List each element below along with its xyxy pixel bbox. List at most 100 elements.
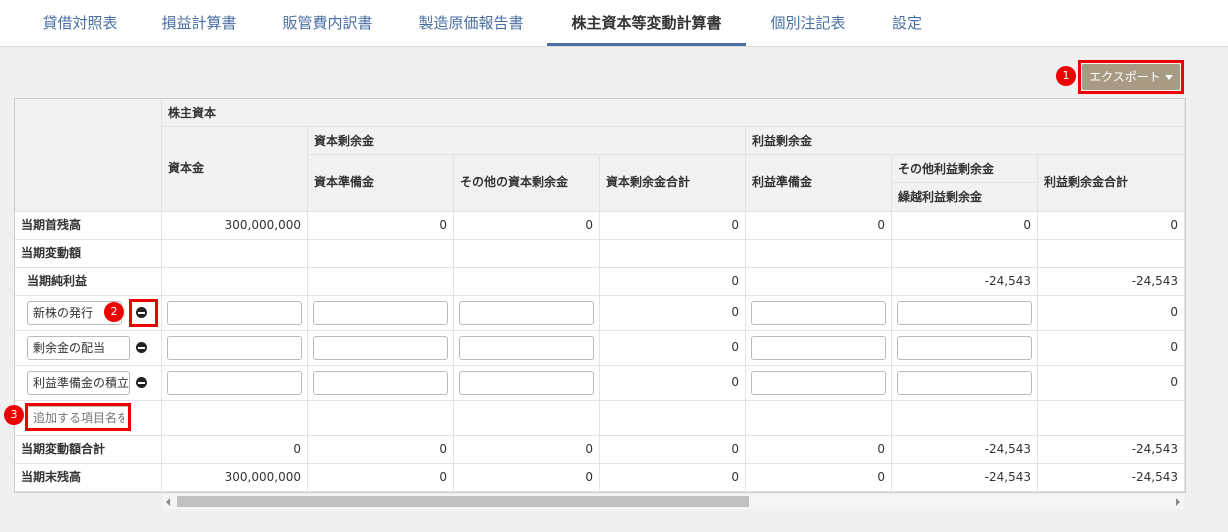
- table-cell: 0: [600, 268, 746, 296]
- table-cell: [892, 401, 1038, 436]
- amount-input[interactable]: [897, 371, 1032, 395]
- table-cell: [600, 401, 746, 436]
- row-label-cell: [15, 401, 162, 436]
- table-cell: 0: [454, 464, 600, 492]
- table-cell: -24,543: [1038, 464, 1185, 492]
- table-cell: [454, 268, 600, 296]
- amount-input[interactable]: [313, 301, 448, 325]
- table-cell: 300,000,000: [162, 464, 308, 492]
- table-cell: 0: [162, 436, 308, 464]
- table-cell: [162, 366, 308, 401]
- table-cell: [600, 240, 746, 268]
- table-cell: 0: [454, 212, 600, 240]
- table-cell: 300,000,000: [162, 212, 308, 240]
- export-button[interactable]: エクスポート: [1082, 64, 1180, 90]
- table-cell: [892, 366, 1038, 401]
- table-cell: 0: [454, 436, 600, 464]
- table-cell: -24,543: [892, 268, 1038, 296]
- tab-notes[interactable]: 個別注記表: [767, 0, 849, 46]
- table-cell: 0: [892, 212, 1038, 240]
- amount-input[interactable]: [167, 301, 302, 325]
- table-cell: [746, 296, 892, 331]
- item-name-input[interactable]: 剰余金の配当: [27, 336, 130, 360]
- header-capital-stock: 資本金: [162, 127, 308, 212]
- amount-input[interactable]: [751, 301, 886, 325]
- table-cell: [308, 268, 454, 296]
- table-cell: 0: [1038, 366, 1185, 401]
- remove-circle-icon[interactable]: [136, 307, 147, 318]
- table-cell: [454, 240, 600, 268]
- table-cell: 0: [308, 464, 454, 492]
- row-label-change-total: 当期変動額合計: [15, 436, 162, 464]
- table-cell: [746, 240, 892, 268]
- table-cell: 0: [600, 212, 746, 240]
- row-label-opening: 当期首残高: [15, 212, 162, 240]
- table-cell: 0: [746, 464, 892, 492]
- header-corner: [15, 99, 162, 212]
- table-cell: [162, 240, 308, 268]
- table-cell: [746, 366, 892, 401]
- amount-input[interactable]: [897, 336, 1032, 360]
- table-cell: 0: [600, 331, 746, 366]
- add-item-input[interactable]: [27, 406, 130, 430]
- scrollbar-thumb[interactable]: [177, 496, 749, 507]
- table-cell: 0: [746, 436, 892, 464]
- table-cell: [162, 268, 308, 296]
- table-cell: -24,543: [892, 436, 1038, 464]
- amount-input[interactable]: [167, 336, 302, 360]
- table-cell: 0: [1038, 296, 1185, 331]
- table-cell: 0: [1038, 331, 1185, 366]
- caret-down-icon: [1164, 75, 1173, 80]
- table-cell: [454, 401, 600, 436]
- tab-manufacturing-cost[interactable]: 製造原価報告書: [415, 0, 527, 46]
- remove-circle-icon[interactable]: [136, 377, 147, 388]
- row-label-cell: 利益準備金の積立: [15, 366, 162, 401]
- tab-bar: 貸借対照表 損益計算書 販管費内訳書 製造原価報告書 株主資本等変動計算書 個別…: [0, 0, 1228, 47]
- table-cell: [1038, 401, 1185, 436]
- row-label-cell: 剰余金の配当: [15, 331, 162, 366]
- table-cell: [308, 240, 454, 268]
- row-label-net-income: 当期純利益: [15, 268, 162, 296]
- tab-income-statement[interactable]: 損益計算書: [158, 0, 240, 46]
- table-cell: [1038, 240, 1185, 268]
- tab-equity-changes[interactable]: 株主資本等変動計算書: [547, 0, 746, 46]
- amount-input[interactable]: [459, 336, 594, 360]
- table-cell: [746, 268, 892, 296]
- table-cell: [162, 401, 308, 436]
- table-cell: [308, 296, 454, 331]
- amount-input[interactable]: [313, 371, 448, 395]
- table-cell: [892, 296, 1038, 331]
- table-cell: [308, 401, 454, 436]
- amount-input[interactable]: [751, 336, 886, 360]
- table-cell: [454, 331, 600, 366]
- table-cell: [308, 366, 454, 401]
- scroll-left-icon[interactable]: [166, 498, 170, 506]
- table-cell: -24,543: [1038, 436, 1185, 464]
- amount-input[interactable]: [751, 371, 886, 395]
- header-retained-earnings: 利益剰余金: [746, 127, 1185, 155]
- amount-input[interactable]: [167, 371, 302, 395]
- amount-input[interactable]: [897, 301, 1032, 325]
- amount-input[interactable]: [459, 301, 594, 325]
- tab-settings[interactable]: 設定: [890, 0, 924, 46]
- annotation-3: 3: [4, 405, 24, 425]
- header-capital-surplus: 資本剰余金: [308, 127, 746, 155]
- item-name-input[interactable]: 利益準備金の積立: [27, 371, 130, 395]
- horizontal-scrollbar[interactable]: [162, 494, 1184, 509]
- scroll-right-icon[interactable]: [1176, 498, 1180, 506]
- table-cell: [892, 240, 1038, 268]
- table-cell: [162, 296, 308, 331]
- header-capital-surplus-total: 資本剰余金合計: [600, 155, 746, 212]
- remove-circle-icon[interactable]: [136, 342, 147, 353]
- header-other-capital-surplus: その他の資本剰余金: [454, 155, 600, 212]
- tab-balance-sheet[interactable]: 貸借対照表: [39, 0, 121, 46]
- table-cell: [454, 366, 600, 401]
- annotation-1: 1: [1056, 66, 1076, 86]
- export-label: エクスポート: [1089, 70, 1161, 84]
- table-cell: -24,543: [1038, 268, 1185, 296]
- header-shareholders-equity: 株主資本: [162, 99, 1185, 127]
- tab-sga-breakdown[interactable]: 販管費内訳書: [279, 0, 376, 46]
- amount-input[interactable]: [459, 371, 594, 395]
- header-retained-earnings-total: 利益剰余金合計: [1038, 155, 1185, 212]
- amount-input[interactable]: [313, 336, 448, 360]
